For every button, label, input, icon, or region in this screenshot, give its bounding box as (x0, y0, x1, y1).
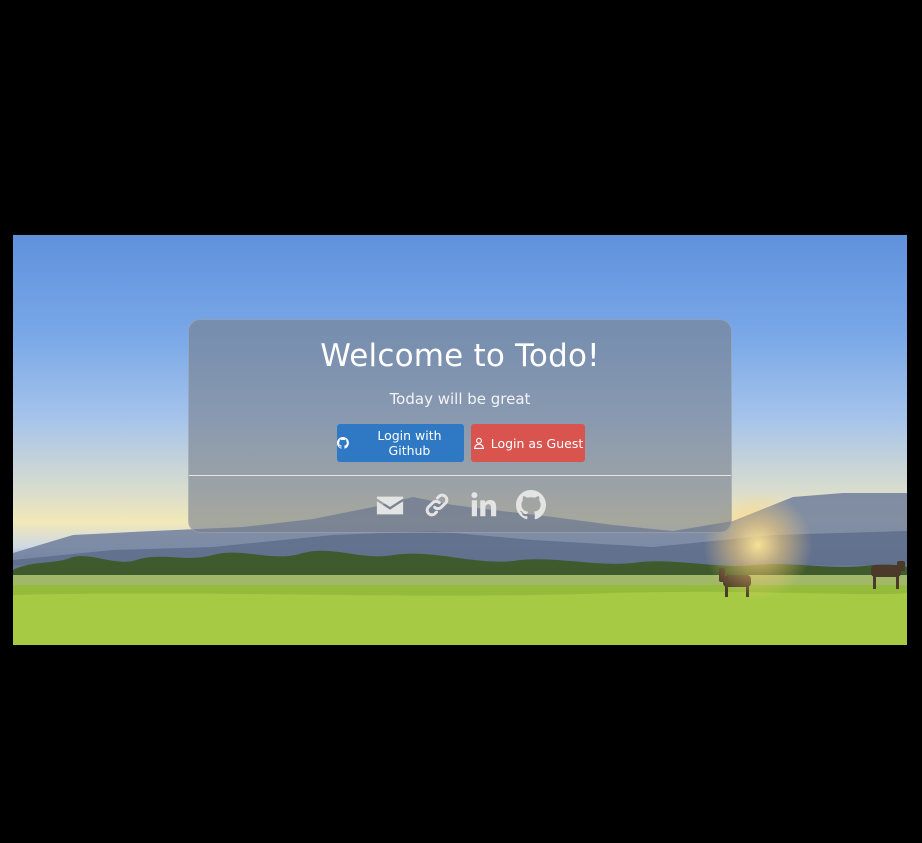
welcome-subtitle: Today will be great (389, 390, 531, 408)
page-background: Welcome to Todo! Today will be great Log… (0, 0, 922, 843)
link-icon (425, 493, 448, 517)
linkedin-icon (470, 492, 496, 517)
linkedin-link[interactable] (469, 490, 499, 520)
welcome-card: Welcome to Todo! Today will be great Log… (188, 319, 732, 533)
login-guest-button[interactable]: Login as Guest (471, 424, 585, 462)
welcome-card-body: Welcome to Todo! Today will be great Log… (189, 320, 731, 476)
user-icon (473, 437, 484, 449)
github-link[interactable] (515, 490, 546, 520)
welcome-title: Welcome to Todo! (320, 338, 600, 374)
envelope-icon (376, 496, 403, 515)
email-link[interactable] (375, 490, 405, 520)
github-icon (337, 437, 349, 449)
login-github-label: Login with Github (377, 428, 442, 458)
social-links (189, 476, 731, 532)
login-guest-label: Login as Guest (490, 435, 584, 451)
login-github-button[interactable]: Login with Github (337, 424, 464, 462)
github-icon (515, 490, 546, 520)
website-link[interactable] (422, 490, 452, 520)
